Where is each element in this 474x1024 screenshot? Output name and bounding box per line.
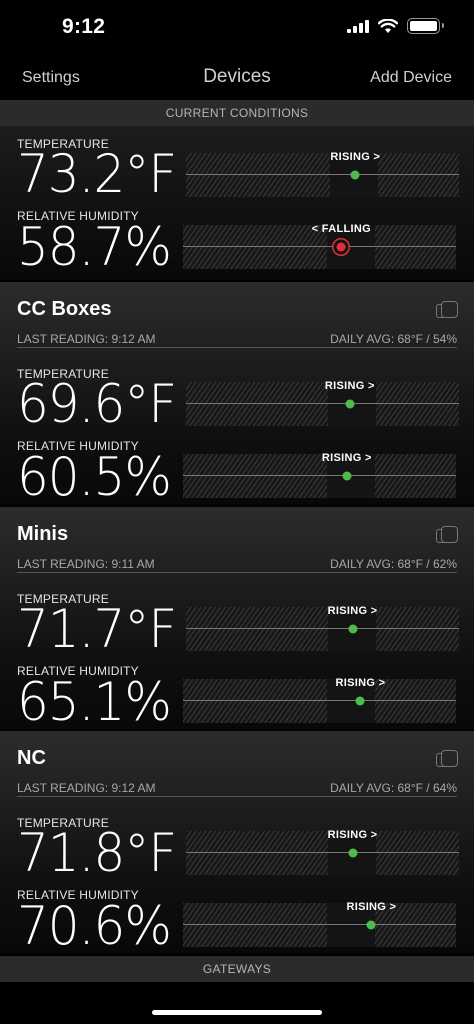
device-name: NC xyxy=(17,747,46,769)
device-card[interactable]: CC Boxes LAST READING: 9:12 AM DAILY AVG… xyxy=(0,282,474,507)
temperature-value: 71.7°F xyxy=(17,598,177,660)
trend-point xyxy=(348,624,358,634)
trend-label: RISING > xyxy=(327,829,378,841)
temperature-value: 73.2°F xyxy=(17,143,177,205)
trend-point xyxy=(350,170,360,180)
cards-toggle-icon[interactable] xyxy=(436,750,458,768)
daily-average: DAILY AVG: 68°F / 64% xyxy=(330,781,457,795)
cards-toggle-icon[interactable] xyxy=(436,301,458,319)
humidity-trend: RISING > xyxy=(183,452,456,498)
add-device-button[interactable]: Add Device xyxy=(370,69,452,87)
last-reading: LAST READING: 9:12 AM xyxy=(17,781,156,795)
device-card[interactable]: NC LAST READING: 9:12 AM DAILY AVG: 68°F… xyxy=(0,731,474,956)
signal-icon xyxy=(347,19,369,33)
last-reading: LAST READING: 9:11 AM xyxy=(17,557,155,571)
humidity-trend: RISING > xyxy=(183,677,456,723)
trend-point-alert xyxy=(336,242,346,252)
trend-label: RISING > xyxy=(346,901,397,913)
device-card[interactable]: Minis LAST READING: 9:11 AM DAILY AVG: 6… xyxy=(0,507,474,732)
humidity-trend: < FALLING xyxy=(183,223,456,269)
trend-label: RISING > xyxy=(321,452,372,464)
device-name: Minis xyxy=(17,523,69,545)
home-indicator[interactable] xyxy=(152,1010,322,1015)
trend-label: RISING > xyxy=(335,677,386,689)
current-conditions-header: CURRENT CONDITIONS xyxy=(0,100,474,126)
nav-bar: Settings Devices Add Device xyxy=(0,56,474,100)
gateways-header: GATEWAYS xyxy=(0,956,474,982)
trend-label: < FALLING xyxy=(311,223,371,235)
trend-label: RISING > xyxy=(324,380,375,392)
status-time: 9:12 xyxy=(62,15,106,38)
temperature-trend: RISING > xyxy=(186,380,459,426)
trend-point xyxy=(355,696,365,706)
trend-label: RISING > xyxy=(330,151,381,163)
current-conditions-card: TEMPERATURE 73.2°F RISING > RELATIVE HUM… xyxy=(0,126,474,280)
trend-point xyxy=(345,399,355,409)
temperature-value: 69.6°F xyxy=(17,373,177,435)
temperature-trend: RISING > xyxy=(186,605,459,651)
last-reading: LAST READING: 9:12 AM xyxy=(17,332,156,346)
daily-average: DAILY AVG: 68°F / 54% xyxy=(330,332,457,346)
wifi-icon xyxy=(378,18,398,33)
humidity-value: 65.1% xyxy=(17,671,172,733)
humidity-value: 70.6% xyxy=(17,895,172,957)
cards-toggle-icon[interactable] xyxy=(436,526,458,544)
reading-row: LAST READING: 9:12 AM DAILY AVG: 68°F / … xyxy=(17,330,457,348)
trend-point xyxy=(366,920,376,930)
reading-row: LAST READING: 9:11 AM DAILY AVG: 68°F / … xyxy=(17,555,457,573)
temperature-trend: RISING > xyxy=(186,829,459,875)
trend-label: RISING > xyxy=(327,605,378,617)
temperature-value: 71.8°F xyxy=(17,822,177,884)
daily-average: DAILY AVG: 68°F / 62% xyxy=(330,557,457,571)
temperature-trend: RISING > xyxy=(186,151,459,197)
humidity-value: 60.5% xyxy=(17,446,172,508)
status-bar: 9:12 xyxy=(0,0,474,56)
trend-point xyxy=(342,471,352,481)
device-name: CC Boxes xyxy=(17,298,112,320)
trend-point xyxy=(348,848,358,858)
battery-icon xyxy=(407,18,444,34)
reading-row: LAST READING: 9:12 AM DAILY AVG: 68°F / … xyxy=(17,779,457,797)
humidity-trend: RISING > xyxy=(183,901,456,947)
status-icons xyxy=(347,18,444,34)
humidity-value: 58.7% xyxy=(17,216,172,278)
